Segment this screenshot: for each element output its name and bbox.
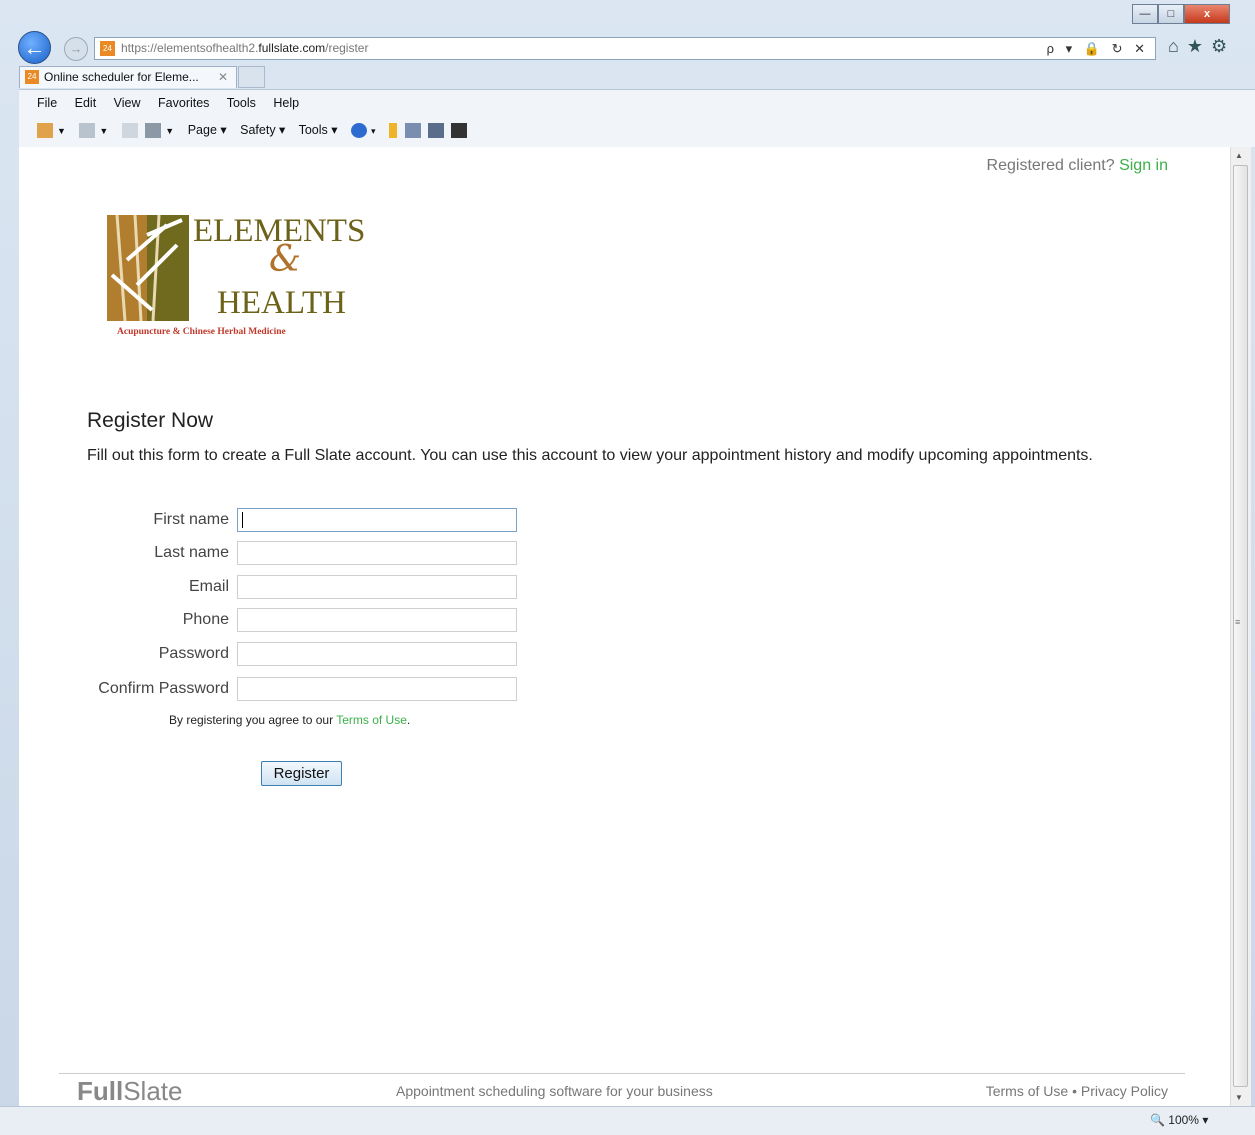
elements-of-health-logo: ELEMENTS & HEALTH Acupuncture & Chinese …: [107, 213, 397, 345]
password-label: Password: [158, 645, 229, 662]
favicon-calendar-icon: 24: [100, 41, 115, 56]
menu-view[interactable]: View: [114, 96, 141, 110]
menu-help[interactable]: Help: [273, 96, 299, 110]
last-name-input[interactable]: [237, 541, 517, 565]
menu-tools[interactable]: Tools: [227, 96, 256, 110]
scroll-down-icon[interactable]: ▼: [1235, 1093, 1243, 1102]
feeds-dropdown-icon[interactable]: ▼: [99, 126, 108, 136]
vertical-scrollbar[interactable]: ▲ ≡ ▼: [1230, 147, 1251, 1106]
confirm-password-label: Confirm Password: [98, 680, 229, 697]
bamboo-logo-icon: [107, 215, 189, 321]
tab-active[interactable]: 24 Online scheduler for Eleme... ✕: [19, 66, 237, 88]
last-name-label: Last name: [154, 544, 229, 561]
footer-privacy-link[interactable]: Privacy Policy: [1081, 1083, 1168, 1099]
tab-title: Online scheduler for Eleme...: [44, 70, 199, 84]
scroll-grip-icon: ≡: [1235, 617, 1241, 627]
safety-menu[interactable]: Safety ▾: [240, 123, 285, 137]
zoom-control[interactable]: 🔍 100% ▾: [1150, 1113, 1208, 1127]
toolbar-area: File Edit View Favorites Tools Help ▼ ▼ …: [19, 89, 1255, 147]
address-bar[interactable]: 24 https://elementsofhealth2.fullslate.c…: [94, 37, 1156, 60]
help-icon[interactable]: [351, 123, 367, 139]
screenshot-icon[interactable]: [451, 123, 468, 139]
maximize-button[interactable]: □: [1158, 4, 1184, 24]
brand-light: Slate: [123, 1076, 183, 1106]
text-caret: [242, 512, 243, 528]
page-title: Register Now: [87, 409, 214, 432]
menu-file[interactable]: File: [37, 96, 57, 110]
status-bar: 🔍 100% ▾: [0, 1106, 1255, 1135]
onenote-icon[interactable]: [427, 123, 444, 139]
terms-of-use-link[interactable]: Terms of Use: [336, 713, 407, 727]
tab-favicon-icon: 24: [25, 70, 39, 84]
forward-arrow-icon: →: [69, 41, 83, 56]
confirm-password-row: Confirm Password: [19, 676, 539, 702]
tab-close-icon[interactable]: ✕: [218, 67, 228, 88]
password-row: Password: [19, 641, 539, 667]
signin-prompt: Registered client? Sign in: [987, 157, 1168, 175]
back-arrow-icon: ←: [23, 35, 46, 60]
full-slate-logo[interactable]: FullSlate: [77, 1076, 182, 1106]
email-row: Email: [19, 574, 539, 600]
first-name-input[interactable]: [237, 508, 517, 532]
page-menu[interactable]: Page ▾: [188, 123, 227, 137]
print-icon[interactable]: [145, 123, 162, 139]
tools-menu[interactable]: Tools ▾: [299, 123, 338, 137]
first-name-label: First name: [153, 511, 229, 528]
zoom-level: 100%: [1168, 1113, 1199, 1127]
phone-label: Phone: [182, 611, 229, 628]
phone-input[interactable]: [237, 608, 517, 632]
register-button[interactable]: Register: [261, 761, 342, 786]
page-viewport: Registered client? Sign in ELEMENTS & HE…: [19, 147, 1230, 1106]
scroll-up-icon[interactable]: ▲: [1235, 151, 1243, 160]
feeds-icon[interactable]: [79, 123, 96, 139]
home-dropdown-icon[interactable]: ▼: [57, 126, 66, 136]
footer-divider: [59, 1073, 1185, 1074]
password-input[interactable]: [237, 642, 517, 666]
signin-link[interactable]: Sign in: [1119, 157, 1168, 174]
page-menu-label: Page: [187, 123, 217, 137]
menu-edit[interactable]: Edit: [75, 96, 97, 110]
help-dropdown-icon[interactable]: ▾: [371, 126, 376, 136]
email-label: Email: [188, 578, 229, 595]
extension-icon[interactable]: [389, 123, 398, 139]
tools-menu-label: Tools: [298, 123, 328, 137]
form-intro: Fill out this form to create a Full Slat…: [87, 447, 1093, 464]
logo-health-text: HEALTH: [217, 285, 346, 321]
phone-row: Phone: [19, 607, 539, 633]
footer-links: Terms of Use • Privacy Policy: [986, 1083, 1168, 1099]
back-button[interactable]: ←: [18, 31, 51, 64]
url-domain: fullslate.com: [258, 41, 326, 55]
menu-favorites[interactable]: Favorites: [158, 96, 209, 110]
url-prefix: https://elementsofhealth2.: [121, 41, 259, 55]
new-tab-button[interactable]: [238, 66, 265, 88]
email-input[interactable]: [237, 575, 517, 599]
confirm-password-input[interactable]: [237, 677, 517, 701]
home-favorites-settings-icons[interactable]: ⌂★⚙: [1168, 36, 1235, 57]
logo-ampersand: &: [269, 239, 302, 280]
safety-menu-label: Safety: [240, 123, 276, 137]
command-bar: ▼ ▼ ▼ Page ▾ Safety ▾ Tools ▾ ▾: [37, 122, 471, 139]
logo-tagline: Acupuncture & Chinese Herbal Medicine: [117, 327, 286, 337]
print-dropdown-icon[interactable]: ▼: [165, 126, 174, 136]
close-window-button[interactable]: x: [1184, 4, 1230, 24]
minimize-button[interactable]: —: [1132, 4, 1158, 24]
research-icon[interactable]: [404, 123, 421, 139]
footer-tagline[interactable]: Appointment scheduling software for your…: [396, 1083, 713, 1099]
mail-icon[interactable]: [121, 123, 138, 139]
brand-bold: Full: [77, 1076, 124, 1106]
agree-text: By registering you agree to our: [169, 713, 334, 727]
home-icon[interactable]: [37, 123, 53, 139]
registered-client-text: Registered client?: [986, 157, 1115, 174]
menu-bar: File Edit View Favorites Tools Help: [37, 96, 313, 110]
footer-separator: •: [1072, 1083, 1077, 1099]
forward-button[interactable]: →: [64, 37, 88, 61]
browser-window: — □ x ← → 24 https://elementsofhealth2.f…: [0, 0, 1255, 1135]
first-name-row: First name: [19, 507, 539, 533]
last-name-row: Last name: [19, 540, 539, 566]
address-tools-icons[interactable]: ρ ▾ 🔒 ↻ ✕: [1047, 38, 1149, 59]
footer-terms-link[interactable]: Terms of Use: [986, 1083, 1068, 1099]
terms-agreement: By registering you agree to our Terms of…: [169, 713, 411, 727]
url-path: /register: [325, 41, 369, 55]
